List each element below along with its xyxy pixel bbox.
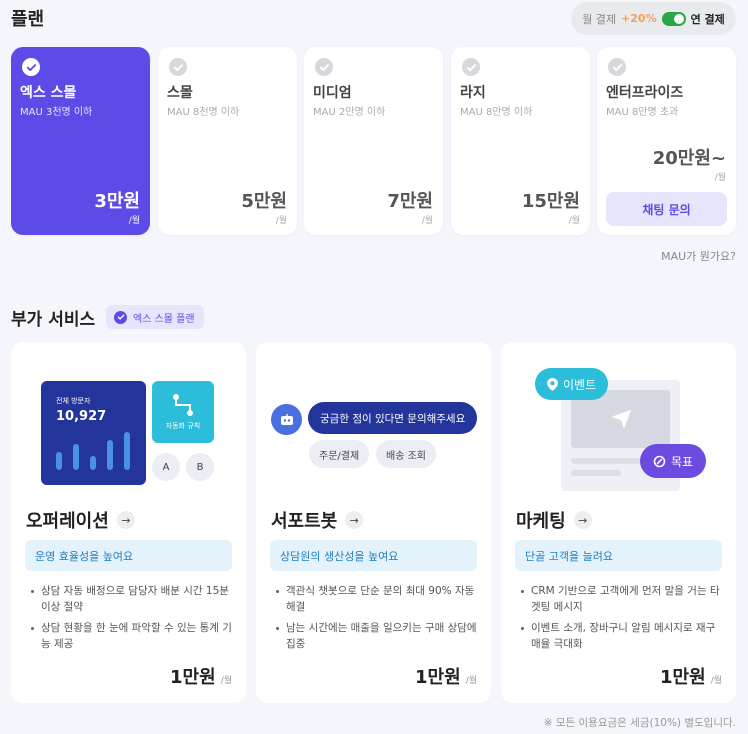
plan-mau: MAU 2만명 이하 xyxy=(313,107,386,118)
addons-title: 부가 서비스 xyxy=(11,310,96,330)
text-line xyxy=(571,458,646,464)
plan-mau: MAU 8만명 이하 xyxy=(460,107,533,118)
chip-order: 주문/결제 xyxy=(309,440,370,468)
text-line xyxy=(571,470,621,476)
goal-pill: 목표 xyxy=(640,444,707,478)
plans-title: 플랜 xyxy=(11,9,45,30)
bullet: 이벤트 소개, 장바구니 알림 메시지로 재구매율 극대화 xyxy=(519,620,724,652)
node-b: B xyxy=(186,453,214,481)
plan-price: 3만원 xyxy=(94,191,140,212)
yearly-label[interactable]: 연 결제 xyxy=(691,11,725,27)
mau-help-link[interactable]: MAU가 뭔가요? xyxy=(661,248,736,264)
plan-name: 스몰 xyxy=(167,85,193,101)
bot-icon xyxy=(271,404,302,435)
service-bullets: 객관식 챗봇으로 단순 문의 최대 90% 자동 해결 남는 시간에는 매출을 … xyxy=(274,583,479,657)
check-icon xyxy=(462,58,480,76)
send-icon xyxy=(611,410,631,429)
chat-bubble: 궁금한 점이 있다면 문의해주세요 xyxy=(308,402,478,434)
flow-icon xyxy=(173,394,193,416)
plan-unit: /월 xyxy=(128,216,140,226)
bullet: 객관식 챗봇으로 단순 문의 최대 90% 자동 해결 xyxy=(274,583,479,615)
plan-price: 15만원 xyxy=(521,191,580,212)
node-a: A xyxy=(152,453,180,481)
plan-unit: /월 xyxy=(714,173,726,183)
visitor-label: 전체 방문자 xyxy=(56,397,91,405)
visitor-bar xyxy=(73,444,79,470)
rule-label: 자동화 규칙 xyxy=(165,422,201,430)
target-icon xyxy=(653,455,666,467)
plan-card-enterprise[interactable]: 엔터프라이즈 MAU 8만명 초과 20만원~ /월 채팅 문의 xyxy=(597,47,736,235)
service-card-marketing[interactable]: 이벤트 목표 마케팅 → 단골 고객을 늘려요 CRM 기반으로 고객에게 먼저 … xyxy=(501,342,736,703)
location-pin-icon xyxy=(547,377,558,391)
plan-unit: /월 xyxy=(275,216,287,226)
check-icon xyxy=(169,58,187,76)
plan-price: 20만원~ xyxy=(652,148,726,169)
service-title[interactable]: 서포트봇 → xyxy=(271,507,364,533)
service-price: 1만원/월 xyxy=(170,667,232,688)
tax-footnote: ※ 모든 이용요금은 세금(10%) 별도입니다. xyxy=(543,717,736,729)
plan-price: 7만원 xyxy=(387,191,433,212)
plan-card-small[interactable]: 스몰 MAU 8천명 이하 5만원 /월 xyxy=(158,47,297,235)
bullet: 상담 현황을 한 눈에 파악할 수 있는 통계 기능 제공 xyxy=(29,620,234,652)
service-bullets: 상담 자동 배정으로 담당자 배분 시간 15분 이상 절약 상담 현황을 한 … xyxy=(29,583,234,657)
billing-toggle[interactable]: 월 결제 +20% 연 결제 xyxy=(571,2,736,35)
monthly-label[interactable]: 월 결제 xyxy=(582,11,616,27)
billing-switch[interactable] xyxy=(661,11,686,26)
check-icon xyxy=(608,58,626,76)
plan-name: 미디엄 xyxy=(313,85,352,101)
service-price: 1만원/월 xyxy=(660,667,722,688)
plan-card-xsmall[interactable]: 엑스 스몰 MAU 3천명 이하 3만원 /월 xyxy=(11,47,150,235)
chat-inquiry-button[interactable]: 채팅 문의 xyxy=(606,192,727,226)
bullet: 남는 시간에는 매출을 일으키는 구매 상담에 집중 xyxy=(274,620,479,652)
service-card-supportbot[interactable]: 궁금한 점이 있다면 문의해주세요 주문/결제 배송 조회 서포트봇 → 상담원의… xyxy=(256,342,491,703)
plan-badge-label: 엑스 스몰 플랜 xyxy=(133,313,195,325)
event-pill: 이벤트 xyxy=(535,368,609,400)
check-icon xyxy=(315,58,333,76)
visitor-bar xyxy=(107,440,113,470)
visitor-count: 10,927 xyxy=(56,409,107,424)
plan-unit: /월 xyxy=(568,216,580,226)
visitor-dashboard-illustration: 전체 방문자 10,927 xyxy=(41,381,146,485)
plan-mau: MAU 3천명 이하 xyxy=(20,107,93,118)
chip-delivery: 배송 조회 xyxy=(376,440,436,468)
check-icon xyxy=(22,58,40,76)
arrow-right-icon[interactable]: → xyxy=(345,511,364,529)
service-title[interactable]: 마케팅 → xyxy=(516,507,592,533)
plan-mau: MAU 8천명 이하 xyxy=(167,107,240,118)
check-icon xyxy=(114,310,127,324)
plan-name: 라지 xyxy=(460,85,486,101)
plan-name: 엑스 스몰 xyxy=(20,85,77,101)
service-price: 1만원/월 xyxy=(415,667,477,688)
arrow-right-icon[interactable]: → xyxy=(573,511,592,529)
visitor-bar xyxy=(124,432,130,470)
automation-rule-illustration: 자동화 규칙 xyxy=(152,381,214,443)
service-card-operation[interactable]: 전체 방문자 10,927 자동화 규칙 A B 오퍼레이션 → 운영 효율성을 … xyxy=(11,342,246,703)
discount-label: +20% xyxy=(621,12,657,25)
service-tag: 상담원의 생산성을 높여요 xyxy=(270,540,477,571)
arrow-right-icon[interactable]: → xyxy=(116,511,135,529)
service-tag: 단골 고객을 늘려요 xyxy=(515,540,722,571)
plan-price: 5만원 xyxy=(241,191,287,212)
bullet: CRM 기반으로 고객에게 먼저 말을 거는 타겟팅 메시지 xyxy=(519,583,724,615)
plan-name: 엔터프라이즈 xyxy=(606,85,684,101)
service-bullets: CRM 기반으로 고객에게 먼저 말을 거는 타겟팅 메시지 이벤트 소개, 장… xyxy=(519,583,724,657)
plan-card-large[interactable]: 라지 MAU 8만명 이하 15만원 /월 xyxy=(451,47,590,235)
plan-unit: /월 xyxy=(421,216,433,226)
visitor-bar xyxy=(56,452,62,470)
visitor-bar xyxy=(90,456,96,470)
bullet: 상담 자동 배정으로 담당자 배분 시간 15분 이상 절약 xyxy=(29,583,234,615)
plan-card-medium[interactable]: 미디엄 MAU 2만명 이하 7만원 /월 xyxy=(304,47,443,235)
plan-mau: MAU 8만명 초과 xyxy=(606,107,679,118)
service-tag: 운영 효율성을 높여요 xyxy=(25,540,232,571)
plan-badge: 엑스 스몰 플랜 xyxy=(106,305,204,329)
service-title[interactable]: 오퍼레이션 → xyxy=(26,507,135,533)
